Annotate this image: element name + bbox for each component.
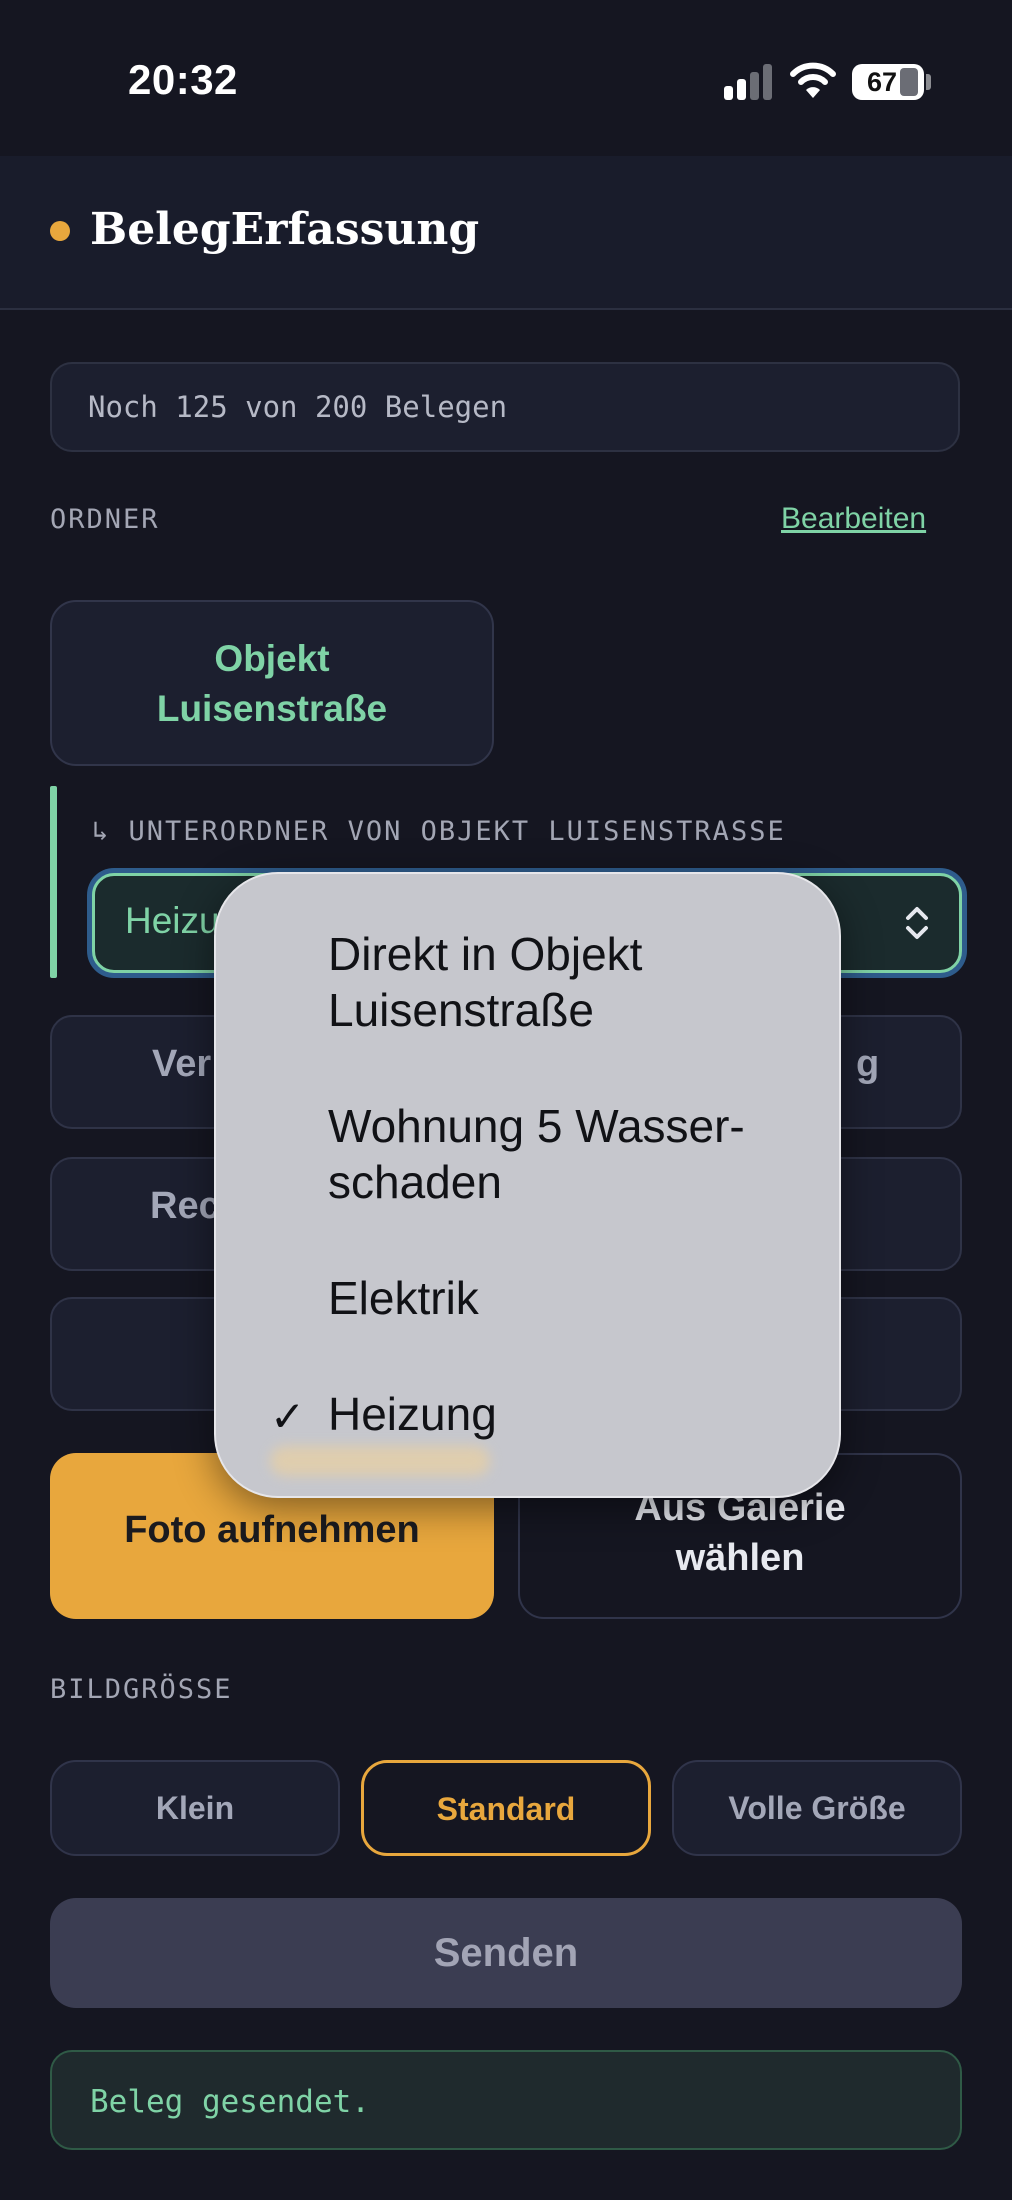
cellular-signal-icon (724, 64, 774, 100)
subfolder-dropdown-menu: Direkt in Objekt Luisenstraße Wohnung 5 … (214, 872, 841, 1498)
folders-section-label: ORDNER (50, 504, 160, 535)
toast-text: Beleg gesendet. (90, 2084, 370, 2120)
menu-item-elektrik[interactable]: Elektrik (216, 1270, 843, 1340)
menu-backdrop-glow (270, 1446, 490, 1476)
take-photo-label: Foto aufnehmen (124, 1509, 420, 1551)
gallery-label: Aus Galerie wählen (634, 1487, 846, 1579)
folder-card-label: Objekt Luisenstraße (156, 638, 388, 729)
menu-item-label: Heizung (328, 1388, 497, 1440)
size-option-label: Standard (436, 1791, 576, 1827)
checkmark-icon: ✓ (270, 1393, 306, 1440)
size-option-label: Volle Größe (728, 1790, 906, 1826)
menu-item-label: Wohnung 5 Wasser-schaden (328, 1100, 745, 1208)
size-option-volle-groesse[interactable]: Volle Größe (672, 1760, 962, 1856)
brand-dot-icon (50, 221, 70, 241)
folder-button-label-right: g (856, 1043, 880, 1085)
success-toast: Beleg gesendet. (50, 2050, 962, 2150)
folder-button-label-left: Ver (152, 1043, 212, 1085)
image-size-section-label: BILDGRÖSSE (50, 1674, 233, 1705)
send-button[interactable]: Senden (50, 1898, 962, 2008)
wifi-icon (790, 62, 836, 98)
edit-folders-link[interactable]: Bearbeiten (781, 502, 926, 536)
battery-level: 67 (866, 67, 898, 97)
battery-nub (926, 74, 931, 90)
menu-item-wohnung-5[interactable]: Wohnung 5 Wasser-schaden (216, 1098, 843, 1218)
chevron-up-down-icon (906, 907, 928, 939)
size-option-klein[interactable]: Klein (50, 1760, 340, 1856)
battery-icon: 67 (852, 64, 924, 100)
size-option-label: Klein (155, 1790, 235, 1826)
send-button-label: Senden (433, 1931, 579, 1975)
subfolder-label: ↳ UNTERORDNER VON OBJEKT LUISENSTRASSE (92, 816, 786, 847)
folder-card-objekt-luisenstrasse[interactable]: Objekt Luisenstraße (50, 600, 494, 766)
menu-item-direkt[interactable]: Direkt in Objekt Luisenstraße (216, 926, 843, 1046)
status-time: 20:32 (128, 56, 238, 103)
size-option-standard[interactable]: Standard (361, 1760, 651, 1856)
app-title: BelegErfassung (90, 204, 480, 255)
menu-item-label: Elektrik (328, 1272, 479, 1324)
menu-item-label: Direkt in Objekt Luisenstraße (328, 928, 643, 1036)
subfolder-indicator-bar (50, 786, 57, 978)
quota-text: Noch 125 von 200 Belegen (88, 390, 508, 424)
folder-button-label-left-2: Rec (150, 1185, 220, 1227)
